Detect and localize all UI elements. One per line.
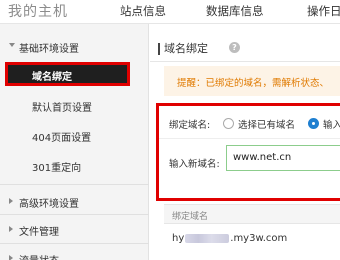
sidebar-group-advanced-settings[interactable]: 高级环境设置 — [0, 192, 149, 212]
redacted-text — [185, 233, 230, 243]
title-accent-bar — [158, 43, 160, 55]
sidebar-group-label: 基础环境设置 — [19, 44, 79, 55]
top-navigation: 我的主机 站点信息 数据库信息 操作日 — [0, 0, 340, 24]
sidebar-item-label: 默认首页设置 — [32, 103, 92, 114]
notice-banner: 提醒：已绑定的域名，需解析状态、 — [164, 66, 340, 96]
sidebar-divider — [0, 214, 149, 215]
bind-domain-label: 绑定域名: — [169, 120, 211, 131]
sidebar-item-default-homepage[interactable]: 默认首页设置 — [0, 95, 149, 115]
chevron-right-icon — [9, 255, 13, 260]
sidebar-item-301-redirect[interactable]: 301重定向 — [0, 155, 149, 175]
table-row: hy .my3w.com — [164, 230, 340, 250]
bind-domain-form: 绑定域名: 选择已有域名 输入 输入新域名: www.net.cn — [156, 103, 340, 201]
radio-existing-domain[interactable] — [223, 118, 234, 129]
brand-title[interactable]: 我的主机 — [8, 1, 68, 21]
chevron-right-icon — [9, 198, 13, 204]
sidebar-group-basic-settings[interactable]: 基础环境设置 — [0, 37, 149, 57]
sidebar-item-404-page[interactable]: 404页面设置 — [0, 125, 149, 145]
chevron-right-icon — [9, 226, 13, 232]
sidebar-divider — [0, 243, 149, 244]
sidebar-group-label: 高级环境设置 — [19, 199, 79, 210]
radio-existing-domain-label[interactable]: 选择已有域名 — [238, 117, 295, 131]
table-header: 绑定域名 — [164, 204, 340, 224]
notice-text: 提醒：已绑定的域名，需解析状态、 — [177, 78, 330, 89]
radio-new-domain[interactable] — [308, 118, 319, 129]
new-domain-label: 输入新域名: — [169, 159, 220, 170]
sidebar-item-domain-binding[interactable]: 域名绑定 — [5, 62, 130, 86]
sidebar-item-label: 301重定向 — [32, 163, 82, 174]
bound-domain-suffix: .my3w.com — [230, 233, 288, 244]
sidebar-group-label: 文件管理 — [19, 227, 59, 238]
sidebar-item-label: 404页面设置 — [32, 133, 92, 144]
table-header-bound-domain: 绑定域名 — [172, 212, 209, 222]
page-title: 域名绑定 — [164, 42, 208, 55]
main-content: 域名绑定 ? 提醒：已绑定的域名，需解析状态、 绑定域名: 选择已有域名 输入 … — [150, 24, 340, 260]
radio-new-domain-label[interactable]: 输入 — [323, 117, 340, 131]
new-domain-input[interactable]: www.net.cn — [226, 145, 340, 171]
sidebar-item-label: 域名绑定 — [32, 72, 72, 83]
nav-operation-log[interactable]: 操作日 — [307, 3, 340, 19]
title-divider — [150, 61, 340, 62]
bound-domain-prefix: hy — [172, 233, 185, 244]
sidebar: 基础环境设置 域名绑定 默认首页设置 404页面设置 301重定向 高级环境设置… — [0, 24, 149, 260]
sidebar-group-file-management[interactable]: 文件管理 — [0, 220, 149, 240]
sidebar-group-traffic-status[interactable]: 流量状态 — [0, 249, 149, 260]
form-divider — [159, 138, 340, 139]
bound-domain-value: hy .my3w.com — [172, 233, 287, 244]
sidebar-divider — [0, 184, 149, 185]
sidebar-group-label: 流量状态 — [19, 252, 59, 260]
nav-database-info[interactable]: 数据库信息 — [206, 3, 264, 19]
chevron-down-icon — [9, 43, 15, 47]
help-circle-icon[interactable]: ? — [229, 42, 240, 53]
nav-site-info[interactable]: 站点信息 — [120, 3, 166, 19]
